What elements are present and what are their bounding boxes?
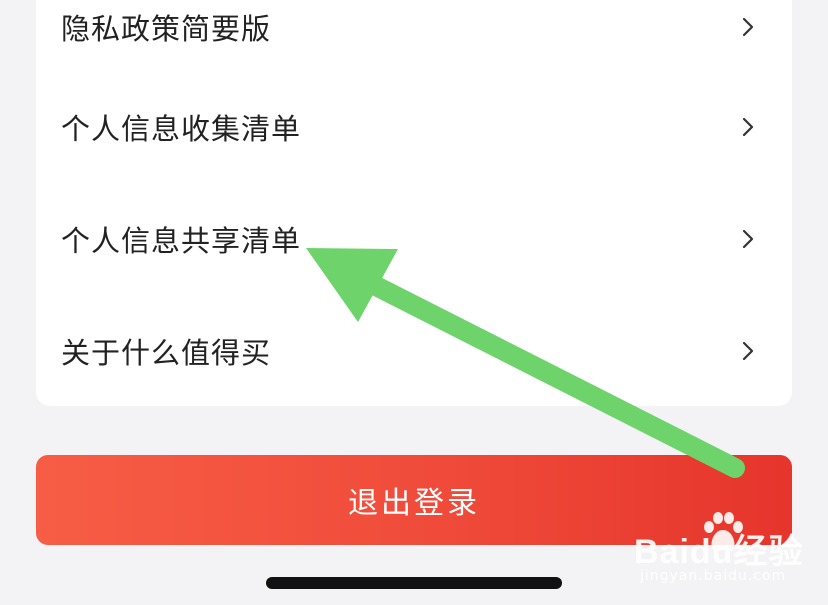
menu-item-personal-info-sharing[interactable]: 个人信息共享清单 bbox=[36, 183, 792, 295]
menu-item-about[interactable]: 关于什么值得买 bbox=[36, 295, 792, 407]
home-indicator[interactable] bbox=[266, 577, 562, 589]
menu-item-label: 个人信息收集清单 bbox=[61, 112, 302, 146]
chevron-right-icon bbox=[742, 17, 754, 37]
menu-item-label: 隐私政策简要版 bbox=[61, 12, 272, 46]
menu-item-personal-info-collection[interactable]: 个人信息收集清单 bbox=[36, 71, 792, 183]
watermark-url: jingyan.baidu.com bbox=[640, 568, 787, 584]
logout-button[interactable]: 退出登录 bbox=[36, 455, 792, 545]
chevron-right-icon bbox=[742, 229, 754, 249]
chevron-right-icon bbox=[742, 117, 754, 137]
settings-menu-card: 隐私政策简要版 个人信息收集清单 个人信息共享清单 关于什么值得买 bbox=[36, 0, 792, 406]
menu-item-label: 关于什么值得买 bbox=[61, 336, 272, 370]
logout-label: 退出登录 bbox=[348, 486, 480, 521]
menu-item-label: 个人信息共享清单 bbox=[61, 224, 302, 258]
chevron-right-icon bbox=[742, 341, 754, 361]
